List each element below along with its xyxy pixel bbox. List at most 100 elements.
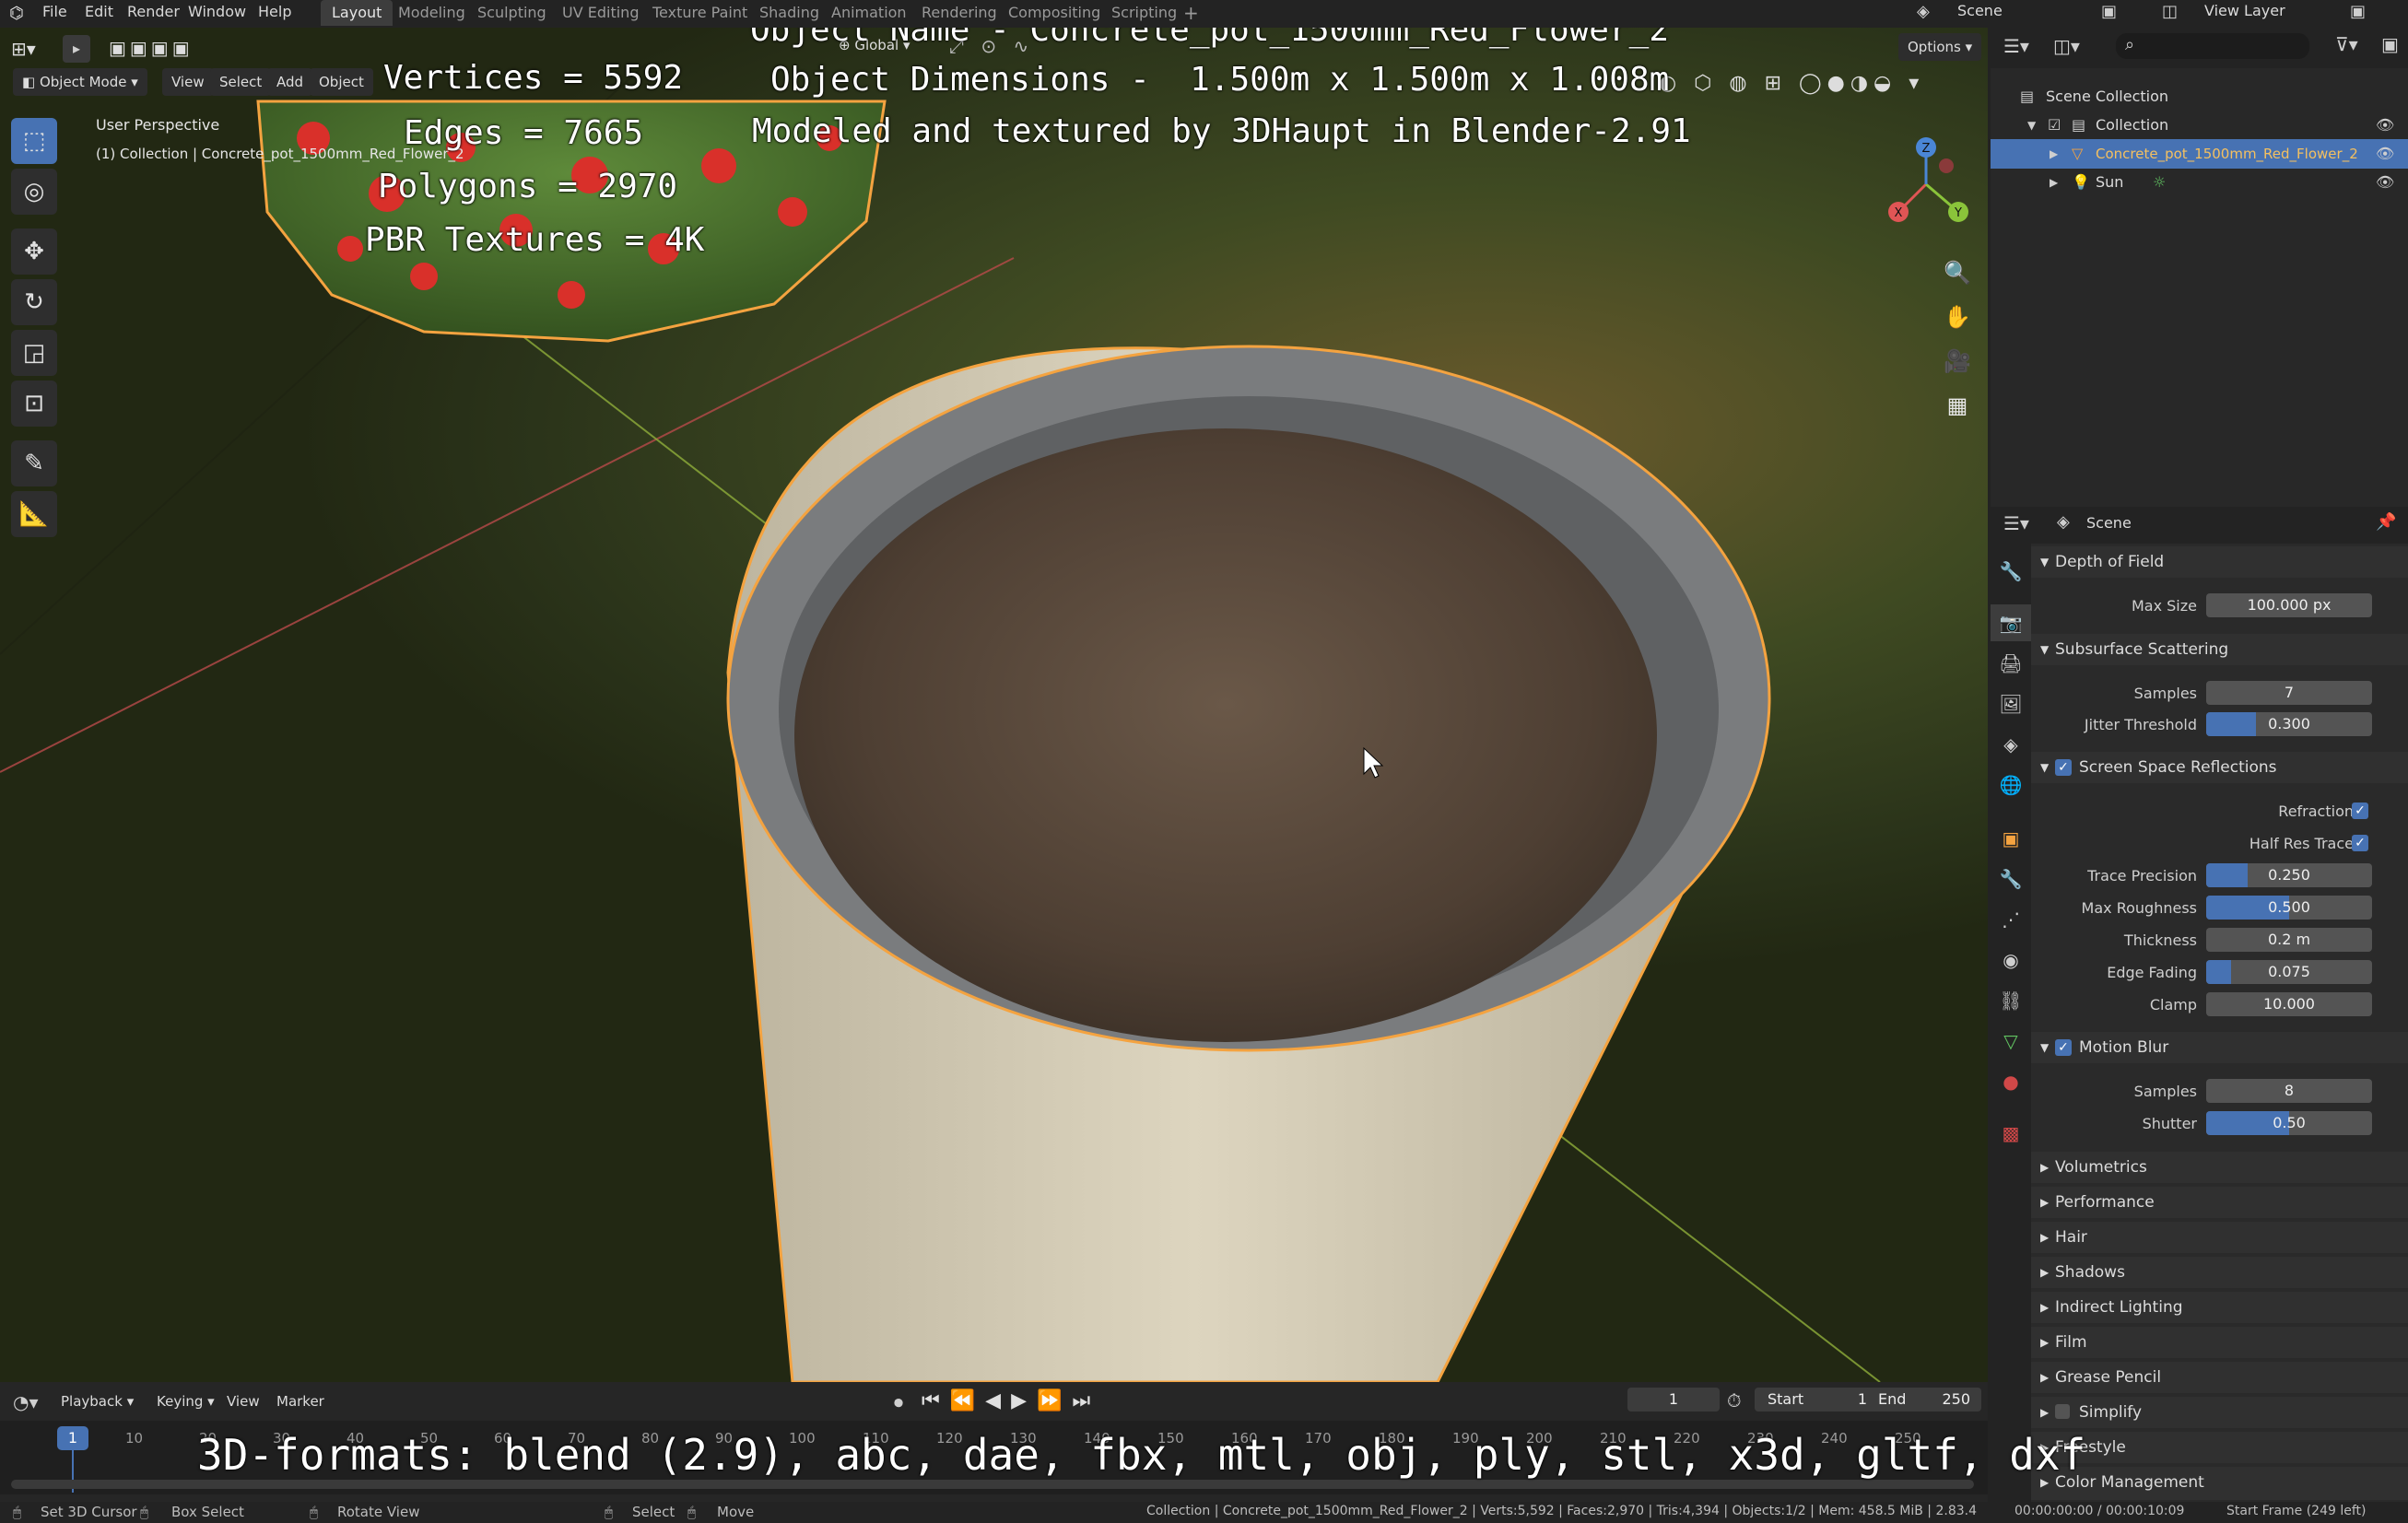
data-tab-icon[interactable]: ▽ (1991, 1023, 2031, 1060)
constraints-tab-icon[interactable]: ⛓ (1991, 982, 2031, 1019)
tab-modeling[interactable]: Modeling (387, 0, 476, 26)
zoom-icon[interactable]: 🔍 (1939, 254, 1976, 291)
tab-layout[interactable]: Layout (321, 0, 394, 26)
editor-type-button[interactable]: ⊞▾ (11, 35, 48, 63)
scene-name[interactable]: Scene (1957, 2, 2003, 19)
refraction-checkbox[interactable]: ✓ (2352, 803, 2368, 819)
material-tab-icon[interactable]: ● (1991, 1063, 2031, 1100)
tab-scripting[interactable]: Scripting (1100, 0, 1188, 26)
sss-samples-field[interactable]: 7 (2206, 681, 2372, 705)
view-layer-tab-icon[interactable]: 🖼 (1991, 685, 2031, 722)
expand-arrow-icon[interactable]: ▶ (2050, 139, 2058, 169)
menu-playback[interactable]: Playback ▾ (52, 1388, 143, 1415)
scene-tab-icon[interactable]: ◈ (1991, 726, 2031, 763)
object-tab-icon[interactable]: ▣ (1991, 820, 2031, 857)
texture-tab-icon[interactable]: ▩ (1991, 1115, 2031, 1152)
section-hair[interactable]: ▶ Hair (2031, 1222, 2408, 1253)
rotate-tool-icon[interactable]: ↻ (11, 279, 57, 325)
playhead[interactable]: 1 (57, 1426, 88, 1450)
blender-logo-icon[interactable]: ⌬ (9, 4, 29, 24)
expand-arrow-icon[interactable]: ▶ (2050, 168, 2058, 197)
new-collection-icon[interactable]: ▣ (2381, 33, 2399, 55)
tab-sculpting[interactable]: Sculpting (466, 0, 558, 26)
menu-render[interactable]: Render (120, 0, 187, 28)
menu-object[interactable]: Object (310, 68, 373, 96)
section-freestyle[interactable]: ▶ Freestyle (2031, 1432, 2408, 1463)
playback-controls[interactable]: ⏮ ⏪ ◀ ▶ ⏩ ⏭ (922, 1389, 1092, 1412)
clamp-field[interactable]: 10.000 (2206, 992, 2372, 1016)
menu-help[interactable]: Help (251, 0, 299, 28)
checkbox-icon[interactable]: ☑ (2048, 111, 2061, 140)
scale-tool-icon[interactable]: ◲ (11, 330, 57, 376)
tab-compositing[interactable]: Compositing (997, 0, 1111, 26)
trace-precision-slider[interactable]: 0.250 (2206, 863, 2372, 887)
outliner-row-sun[interactable]: ▶ 💡 Sun ☼ 👁 (1991, 168, 2408, 197)
viewport-shading-icons[interactable]: ◐ ⬡ ◍ ⊞ ◯●◑◒ ▾ (1659, 72, 1924, 95)
world-tab-icon[interactable]: 🌐 (1991, 767, 2031, 803)
3d-viewport[interactable]: ⊞▾ ▸ ▣▣▣▣ ⊕ Global ▾ ⤢ ⊙ ∿ Options ▾ ◧ O… (0, 28, 1988, 1382)
menu-keying[interactable]: Keying ▾ (147, 1388, 224, 1415)
menu-timeline-view[interactable]: View (217, 1388, 269, 1415)
filter-icon[interactable]: ⊽▾ (2335, 33, 2358, 55)
new-scene-icon[interactable]: ▣ (2101, 2, 2117, 21)
record-button[interactable]: ⏺ (894, 1391, 903, 1413)
visibility-eye-icon[interactable]: 👁 (2376, 168, 2394, 197)
max-roughness-slider[interactable]: 0.500 (2206, 896, 2372, 920)
edge-fading-slider[interactable]: 0.075 (2206, 960, 2372, 984)
annotate-tool-icon[interactable]: ✎ (11, 440, 57, 486)
section-screen-space-reflections[interactable]: ▼ ✓ Screen Space Reflections (2031, 752, 2408, 783)
section-grease-pencil[interactable]: ▶ Grease Pencil (2031, 1362, 2408, 1393)
half-res-trace-checkbox[interactable]: ✓ (2352, 835, 2368, 851)
section-depth-of-field[interactable]: ▼ Depth of Field (2031, 546, 2408, 578)
ssr-enable-checkbox[interactable]: ✓ (2055, 759, 2072, 776)
object-mode-dropdown[interactable]: ◧ Object Mode ▾ (13, 68, 147, 96)
tab-uv-editing[interactable]: UV Editing (551, 0, 650, 26)
section-motion-blur[interactable]: ▼ ✓ Motion Blur (2031, 1032, 2408, 1063)
particles-tab-icon[interactable]: ⋰ (1991, 901, 2031, 938)
measure-tool-icon[interactable]: 📐 (11, 491, 57, 537)
visibility-eye-icon[interactable]: 👁 (2376, 139, 2394, 169)
tool-tab-icon[interactable]: 🔧 (1991, 553, 2031, 590)
section-shadows[interactable]: ▶ Shadows (2031, 1257, 2408, 1288)
display-mode-icon[interactable]: ◫▾ (2053, 35, 2080, 57)
expand-arrow-icon[interactable]: ▼ (2027, 111, 2036, 140)
current-frame-field[interactable]: 1 (1627, 1388, 1720, 1412)
selection-mode-icons[interactable]: ▣▣▣▣ (109, 37, 194, 59)
menu-file[interactable]: File (35, 0, 75, 28)
view-layer-name[interactable]: View Layer (2204, 2, 2285, 19)
menu-select[interactable]: Select (210, 68, 272, 96)
properties-editor-icon[interactable]: ☰▾ (2003, 512, 2029, 534)
ortho-toggle-icon[interactable]: ▦ (1939, 387, 1976, 424)
outliner-row-scene-collection[interactable]: ▤ Scene Collection (1991, 82, 2408, 111)
pan-hand-icon[interactable]: ✋ (1939, 299, 1976, 335)
cursor-tool-icon[interactable]: ◎ (11, 169, 57, 215)
options-dropdown[interactable]: Options ▾ (1898, 33, 1982, 61)
tab-rendering[interactable]: Rendering (910, 0, 1008, 26)
section-color-management[interactable]: ▶ Color Management (2031, 1467, 2408, 1500)
modifier-tab-icon[interactable]: 🔧 (1991, 861, 2031, 897)
outliner-editor-icon[interactable]: ☰▾ (2003, 35, 2029, 57)
select-box-tool-icon[interactable]: ⬚ (11, 118, 57, 164)
physics-tab-icon[interactable]: ◉ (1991, 942, 2031, 978)
scene-selector-icon[interactable]: ◈ (1917, 2, 1930, 21)
section-volumetrics[interactable]: ▶ Volumetrics (2031, 1152, 2408, 1183)
outliner-row-object[interactable]: ▶ ▽ Concrete_pot_1500mm_Red_Flower_2 👁 (1991, 139, 2408, 169)
menu-edit[interactable]: Edit (77, 0, 121, 28)
shutter-slider[interactable]: 0.50 (2206, 1111, 2372, 1135)
menu-marker[interactable]: Marker (267, 1388, 334, 1415)
timeline-scrollbar[interactable] (11, 1480, 1974, 1489)
simplify-checkbox[interactable] (2055, 1404, 2070, 1419)
start-frame-field[interactable]: Start 1 (1755, 1388, 1880, 1412)
stopwatch-icon[interactable]: ⏱ (1727, 1389, 1742, 1412)
thickness-field[interactable]: 0.2 m (2206, 928, 2372, 952)
section-subsurface-scattering[interactable]: ▼ Subsurface Scattering (2031, 634, 2408, 665)
end-frame-field[interactable]: End 250 (1867, 1388, 1981, 1412)
timeline-editor-icon[interactable]: ◔▾ (13, 1391, 39, 1413)
navigation-gizmo[interactable]: X Y Z (1880, 129, 1981, 240)
new-view-layer-icon[interactable]: ▣ (2350, 2, 2366, 21)
visibility-eye-icon[interactable]: 👁 (2376, 111, 2394, 140)
view-layer-icon[interactable]: ◫ (2162, 2, 2178, 21)
select-tool-icon[interactable]: ▸ (63, 35, 90, 63)
tab-animation[interactable]: Animation (820, 0, 918, 26)
output-tab-icon[interactable]: 🖨 (1991, 645, 2031, 682)
